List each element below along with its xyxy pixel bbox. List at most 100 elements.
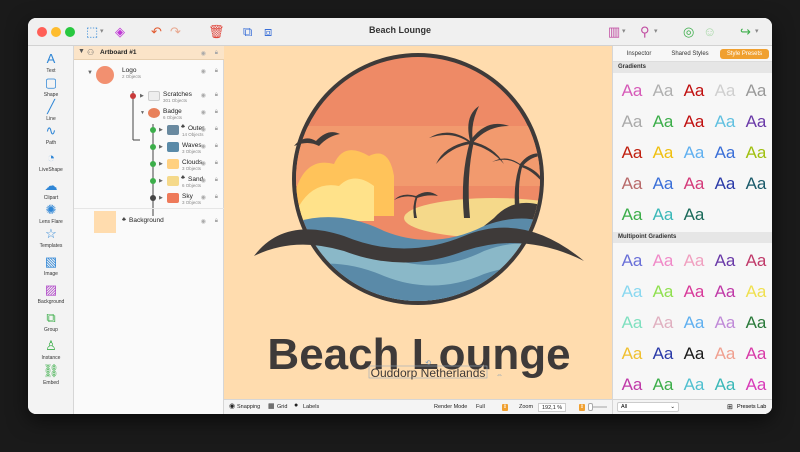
minimize-window-button[interactable] xyxy=(51,27,61,37)
layer-row-badge[interactable]: ▼ Badge 6 Objects ◉ 🔒︎ xyxy=(74,105,224,122)
tab-style-presets[interactable]: Style Presets xyxy=(720,49,769,59)
palette-icon[interactable]: ◎ xyxy=(683,24,694,40)
disclosure-triangle-icon[interactable]: ▶ xyxy=(159,127,163,133)
resize-handle-icon[interactable]: ⇔ xyxy=(496,372,503,379)
grid-toggle-icon[interactable]: ▦ xyxy=(268,402,275,410)
lock-icon[interactable]: 🔒︎ xyxy=(215,68,218,75)
embed-tool[interactable]: ⛓ Embed xyxy=(28,364,74,387)
select-tool-icon[interactable]: ⬚ xyxy=(86,24,98,40)
node-tool-icon[interactable]: ◈ xyxy=(115,24,125,40)
style-preset-swatch[interactable]: Aa xyxy=(741,339,771,369)
delete-icon[interactable]: 🗑︎ xyxy=(208,24,225,40)
layer-row-waves[interactable]: ▶ Waves 3 Objects ◉ 🔒︎ xyxy=(74,139,224,156)
lock-icon[interactable]: 🔒︎ xyxy=(215,92,218,99)
style-preset-swatch[interactable]: Aa xyxy=(648,169,678,199)
chevron-down-icon[interactable]: ▾ xyxy=(622,24,626,40)
eye-icon[interactable]: ◉ xyxy=(201,92,206,99)
style-preset-swatch[interactable]: Aa xyxy=(679,370,709,400)
tab-inspector[interactable]: Inspector xyxy=(617,49,661,59)
style-preset-swatch[interactable]: Aa xyxy=(617,76,647,106)
style-preset-swatch[interactable]: Aa xyxy=(710,169,740,199)
eye-icon[interactable]: ◉ xyxy=(201,177,206,184)
render-mode-select[interactable]: Full xyxy=(476,404,485,410)
tab-shared-styles[interactable]: Shared Styles xyxy=(665,49,715,59)
grid-icon[interactable]: ▥ xyxy=(608,24,620,40)
style-preset-swatch[interactable]: Aa xyxy=(741,246,771,276)
labels-toggle-icon[interactable]: ● xyxy=(294,402,298,409)
style-preset-swatch[interactable]: Aa xyxy=(679,277,709,307)
style-preset-swatch[interactable]: Aa xyxy=(710,76,740,106)
style-preset-swatch[interactable]: Aa xyxy=(617,169,647,199)
layer-row-sky[interactable]: ▶ Sky 3 Objects ◉ 🔒︎ xyxy=(74,190,224,207)
labels-label[interactable]: Labels xyxy=(303,404,319,410)
eye-icon[interactable]: ◉ xyxy=(201,218,206,225)
style-preset-swatch[interactable]: Aa xyxy=(648,370,678,400)
presets-lab-button[interactable]: Presets Lab xyxy=(737,404,766,410)
style-preset-swatch[interactable]: Aa xyxy=(648,277,678,307)
presets-lab-icon[interactable]: ⊞ xyxy=(727,403,733,411)
lock-icon[interactable]: 🔒︎ xyxy=(215,109,218,116)
lock-icon[interactable]: 🔒︎ xyxy=(215,143,218,150)
chevron-down-icon[interactable]: ▾ xyxy=(100,24,104,40)
share-icon[interactable]: ↪ xyxy=(740,24,751,40)
rotate-handle-icon[interactable]: ⟲ xyxy=(425,360,431,367)
zoom-slider-thumb[interactable] xyxy=(588,403,593,411)
layer-row-scratches[interactable]: ▶ Scratches 301 Objects ◉ 🔒︎ xyxy=(74,88,224,105)
zoom-window-button[interactable] xyxy=(65,27,75,37)
group-icon[interactable]: ⧉ xyxy=(243,24,252,40)
lock-icon[interactable]: 🔒︎ xyxy=(215,126,218,133)
eye-icon[interactable]: ◉ xyxy=(201,109,206,116)
style-preset-swatch[interactable]: Aa xyxy=(617,138,647,168)
style-preset-swatch[interactable]: Aa xyxy=(741,76,771,106)
hierarchy-icon[interactable]: ⚲ xyxy=(640,24,650,40)
layer-row-logo[interactable]: ▼ Logo 2 Objects ◉ 🔒︎ xyxy=(74,64,224,88)
eye-icon[interactable]: ◉ xyxy=(201,126,206,133)
eye-icon[interactable]: ◉ xyxy=(201,194,206,201)
eye-icon[interactable]: ◉ xyxy=(201,68,206,75)
disclosure-triangle-icon[interactable]: ▶ xyxy=(159,195,163,201)
instance-tool[interactable]: ♙ Instance xyxy=(28,339,74,362)
style-preset-swatch[interactable]: Aa xyxy=(710,370,740,400)
style-preset-swatch[interactable]: Aa xyxy=(679,107,709,137)
templates-tool[interactable]: ☆ Templates xyxy=(28,227,74,250)
path-tool[interactable]: ∿ Path xyxy=(28,124,74,147)
style-preset-swatch[interactable]: Aa xyxy=(741,169,771,199)
style-preset-swatch[interactable]: Aa xyxy=(679,246,709,276)
disclosure-triangle-icon[interactable]: ▶ xyxy=(159,178,163,184)
lock-icon[interactable]: 🔒︎ xyxy=(215,194,218,201)
zoom-field[interactable]: 192,1 % xyxy=(538,403,567,412)
style-preset-swatch[interactable]: Aa xyxy=(741,107,771,137)
preset-filter-select[interactable]: All ⌄ xyxy=(617,402,679,412)
style-preset-swatch[interactable]: Aa xyxy=(710,308,740,338)
redo-icon[interactable]: ↷ xyxy=(170,24,181,40)
image-tool[interactable]: ▧ Image xyxy=(28,255,74,278)
style-preset-swatch[interactable]: Aa xyxy=(648,246,678,276)
style-preset-swatch[interactable]: Aa xyxy=(710,246,740,276)
style-preset-swatch[interactable]: Aa xyxy=(617,246,647,276)
style-preset-swatch[interactable]: Aa xyxy=(679,138,709,168)
layer-row-clouds[interactable]: ▶ Clouds 3 Objects ◉ 🔒︎ xyxy=(74,156,224,173)
style-preset-swatch[interactable]: Aa xyxy=(617,339,647,369)
line-tool[interactable]: ╱ Line xyxy=(28,100,74,123)
undo-icon[interactable]: ↶ xyxy=(151,24,162,40)
style-preset-swatch[interactable]: Aa xyxy=(710,339,740,369)
zoom-stepper-icon[interactable]: ⇕ xyxy=(579,404,585,411)
ungroup-icon[interactable]: ⧈ xyxy=(264,24,272,40)
style-preset-swatch[interactable]: Aa xyxy=(679,308,709,338)
disclosure-triangle-icon[interactable]: ▶ xyxy=(140,93,144,99)
eye-icon[interactable]: ◉ xyxy=(201,143,206,150)
layer-row-sand[interactable]: ▶ ♣ Sand 6 Objects ◉ 🔒︎ xyxy=(74,173,224,190)
subline-text[interactable]: Ouddorp Netherlands xyxy=(371,366,486,380)
snapping-label[interactable]: Snapping xyxy=(237,404,260,410)
text-tool[interactable]: A Text xyxy=(28,52,74,75)
style-preset-swatch[interactable]: Aa xyxy=(679,76,709,106)
shape-tool[interactable]: ▢ Shape xyxy=(28,76,74,99)
style-preset-swatch[interactable]: Aa xyxy=(648,339,678,369)
disclosure-triangle-icon[interactable]: ▼ xyxy=(87,70,93,76)
style-preset-swatch[interactable]: Aa xyxy=(648,138,678,168)
style-preset-swatch[interactable]: Aa xyxy=(617,370,647,400)
style-preset-swatch[interactable]: Aa xyxy=(710,138,740,168)
lock-icon[interactable]: 🔒︎ xyxy=(215,177,218,184)
lens-flare-tool[interactable]: ✺ Lens Flare xyxy=(28,203,74,226)
style-preset-swatch[interactable]: Aa xyxy=(679,169,709,199)
